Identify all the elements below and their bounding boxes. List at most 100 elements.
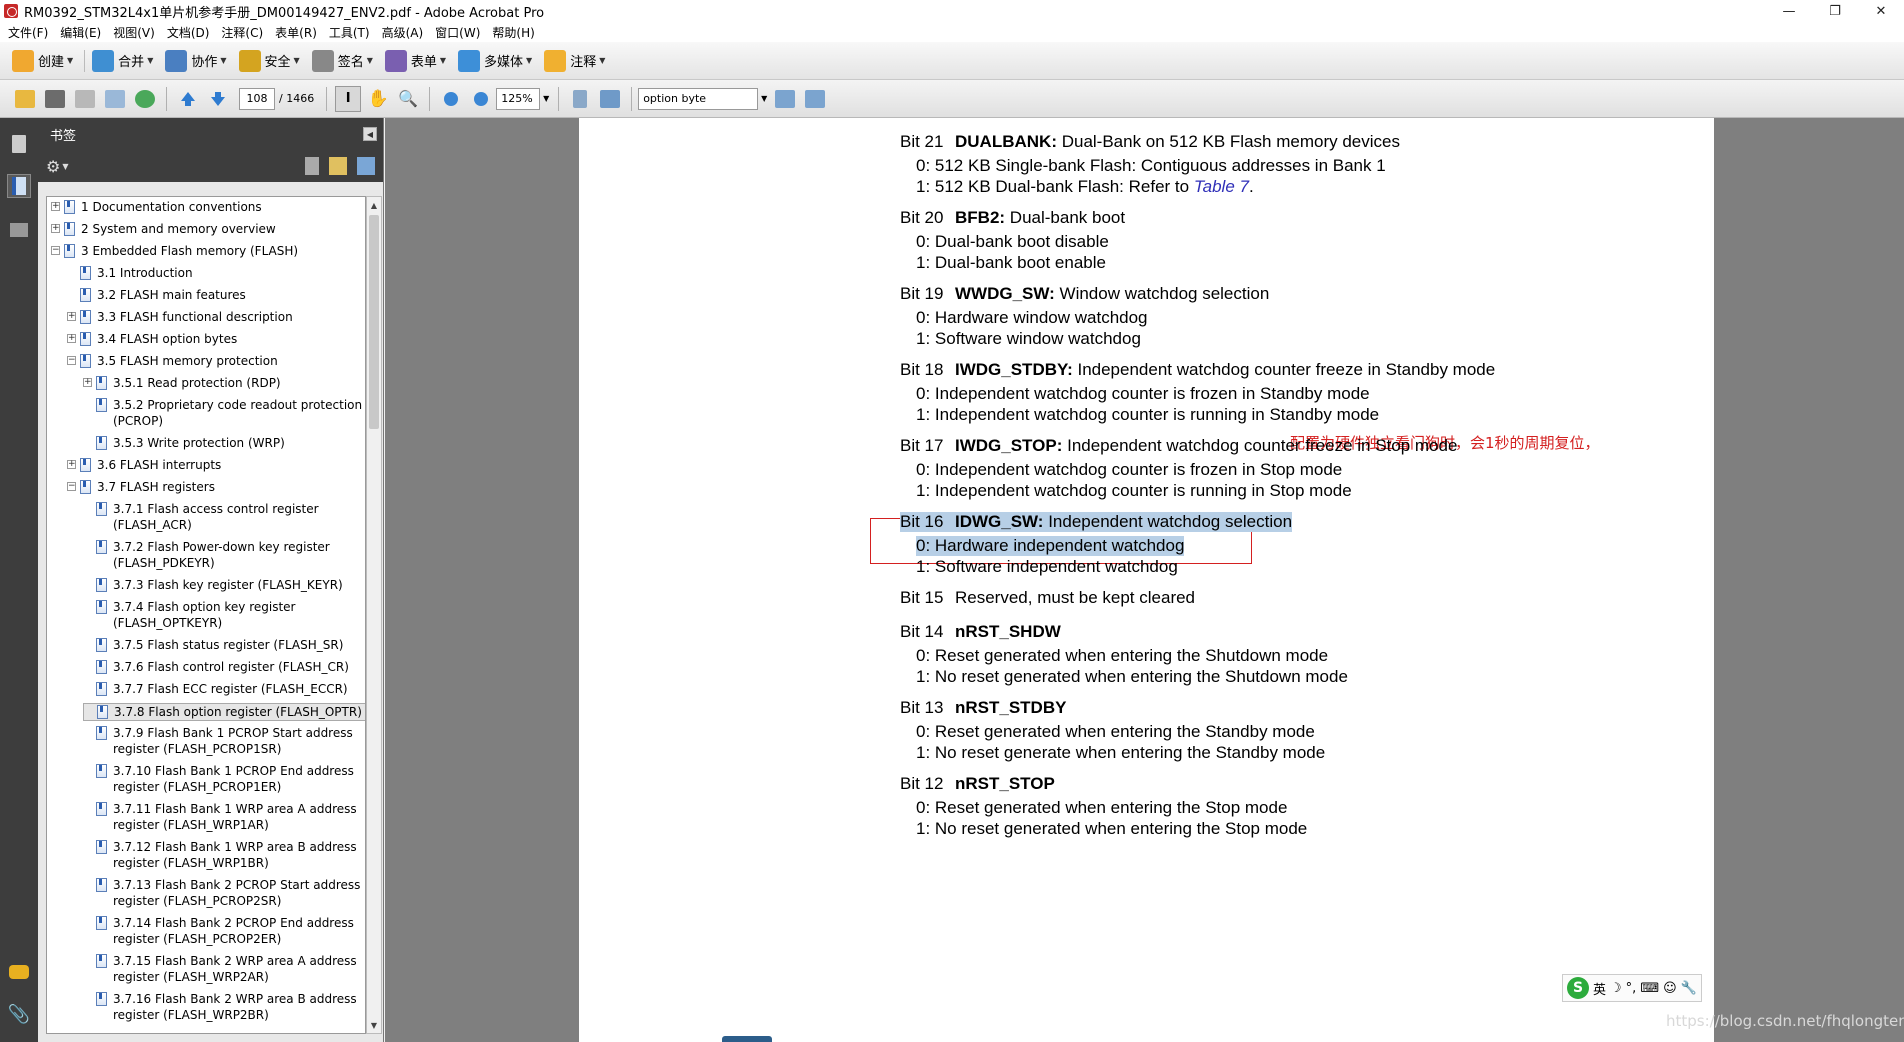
find-previous-button[interactable]	[772, 86, 798, 112]
chevron-down-icon[interactable]: ▼	[540, 88, 552, 110]
user-icon[interactable]: ☺	[1663, 981, 1677, 996]
delete-bookmark-button[interactable]	[305, 157, 319, 175]
bookmark-item[interactable]: 3.5.3 Write protection (WRP)	[83, 435, 365, 451]
email-button[interactable]	[102, 86, 128, 112]
minimize-button[interactable]: —	[1766, 0, 1812, 22]
attachments-panel-button[interactable]: 📎	[7, 1002, 31, 1026]
print-button[interactable]	[42, 86, 68, 112]
bookmark-item[interactable]: 3.7.13 Flash Bank 2 PCROP Start address …	[83, 877, 365, 909]
zoom-out-button[interactable]	[438, 86, 464, 112]
bookmarks-scrollbar[interactable]: ▲ ▼	[366, 196, 382, 1034]
menu-advanced[interactable]: 高级(A)	[378, 24, 432, 41]
save-button[interactable]	[72, 86, 98, 112]
pages-panel-button[interactable]	[7, 132, 31, 156]
signatures-panel-button[interactable]	[7, 218, 31, 242]
keyboard-icon[interactable]: ⌨	[1640, 981, 1659, 996]
moon-icon[interactable]: ☽	[1610, 981, 1622, 996]
find-input[interactable]: option byte	[638, 87, 759, 110]
menu-help[interactable]: 帮助(H)	[488, 24, 542, 41]
bookmark-item[interactable]: 3.7.7 Flash ECC register (FLASH_ECCR)	[83, 681, 365, 697]
table-link[interactable]: Table 7	[1194, 177, 1249, 196]
chevron-down-icon[interactable]: ▼	[758, 88, 770, 110]
collapse-icon[interactable]: −	[67, 482, 76, 491]
bookmark-item[interactable]: 3.7.4 Flash option key register (FLASH_O…	[83, 599, 365, 631]
bookmark-item[interactable]: − 3.7 FLASH registers	[67, 479, 365, 495]
bookmark-item[interactable]: 3.7.15 Flash Bank 2 WRP area A address r…	[83, 953, 365, 985]
expand-icon[interactable]: +	[67, 312, 76, 321]
bookmark-item[interactable]: 3.7.5 Flash status register (FLASH_SR)	[83, 637, 365, 653]
bookmarks-panel-button[interactable]	[7, 174, 31, 198]
create-button[interactable]: 创建 ▼	[8, 46, 81, 76]
bookmark-item[interactable]: +3.3 FLASH functional description	[67, 309, 365, 325]
zoom-tool-button[interactable]: 🔍	[395, 86, 421, 112]
bookmark-item[interactable]: 3.7.1 Flash access control register (FLA…	[83, 501, 365, 533]
select-tool-button[interactable]: I	[335, 85, 362, 112]
close-button[interactable]: ✕	[1858, 0, 1904, 22]
hand-tool-button[interactable]: ✋	[365, 86, 391, 112]
collapse-icon[interactable]: −	[67, 356, 76, 365]
bookmark-item[interactable]: 3.7.11 Flash Bank 1 WRP area A address r…	[83, 801, 365, 833]
bookmark-item[interactable]: − 3.5 FLASH memory protection	[67, 353, 365, 369]
bookmark-item[interactable]: 3.7.14 Flash Bank 2 PCROP End address re…	[83, 915, 365, 947]
bookmark-item[interactable]: 3.2 FLASH main features	[67, 287, 365, 303]
bookmark-item[interactable]: +3.4 FLASH option bytes	[67, 331, 365, 347]
menu-view[interactable]: 视图(V)	[109, 24, 163, 41]
comments-panel-button[interactable]	[7, 960, 31, 984]
bookmark-item[interactable]: − 3 Embedded Flash memory (FLASH)	[51, 243, 365, 259]
bookmark-item[interactable]: +3.6 FLASH interrupts	[67, 457, 365, 473]
document-view[interactable]: 配置为硬件独立看门狗时，会1秒的周期复位， Bit 21 DUALBANK: Du…	[385, 118, 1904, 1042]
bookmark-item[interactable]: 3.7.10 Flash Bank 1 PCROP End address re…	[83, 763, 365, 795]
zoom-in-button[interactable]	[468, 86, 494, 112]
forms-button[interactable]: 表单 ▼	[381, 46, 454, 76]
bookmark-item[interactable]: 3.7.12 Flash Bank 1 WRP area B address r…	[83, 839, 365, 871]
expand-icon[interactable]: +	[51, 202, 60, 211]
menu-document[interactable]: 文档(D)	[163, 24, 218, 41]
ime-language[interactable]: 英	[1593, 979, 1606, 998]
bookmark-item[interactable]: 3.7.8 Flash option register (FLASH_OPTR)	[83, 703, 365, 721]
ime-toolbar[interactable]: S 英 ☽ °, ⌨ ☺ 🔧	[1562, 974, 1702, 1002]
new-bookmark-button[interactable]	[329, 157, 347, 175]
menu-tools[interactable]: 工具(T)	[325, 24, 378, 41]
bookmark-item[interactable]: 3.7.9 Flash Bank 1 PCROP Start address r…	[83, 725, 365, 757]
bookmark-item[interactable]: 3.7.3 Flash key register (FLASH_KEYR)	[83, 577, 365, 593]
bookmark-item[interactable]: 3.7.16 Flash Bank 2 WRP area B address r…	[83, 991, 365, 1023]
secure-button[interactable]: 安全 ▼	[235, 46, 308, 76]
zoom-level-select[interactable]: 125%	[496, 87, 541, 110]
expand-icon[interactable]: +	[67, 334, 76, 343]
wrench-icon[interactable]: 🔧	[1681, 981, 1697, 996]
bookmark-item[interactable]: 3.7.2 Flash Power-down key register (FLA…	[83, 539, 365, 571]
bookmark-item[interactable]: 3.1 Introduction	[67, 265, 365, 281]
menu-forms[interactable]: 表单(R)	[271, 24, 325, 41]
fit-width-button[interactable]	[597, 86, 623, 112]
collapse-icon[interactable]: −	[51, 246, 60, 255]
bookmark-item[interactable]: +2 System and memory overview	[51, 221, 365, 237]
scroll-up-icon[interactable]: ▲	[367, 197, 381, 213]
previous-page-button[interactable]	[175, 86, 201, 112]
expand-icon[interactable]: +	[67, 460, 76, 469]
open-button[interactable]	[12, 86, 38, 112]
fit-page-button[interactable]	[567, 86, 593, 112]
options-button[interactable]: ⚙ ▼	[46, 157, 69, 176]
bookmark-item[interactable]: +1 Documentation conventions	[51, 199, 365, 215]
collaborate-button[interactable]: 协作 ▼	[161, 46, 234, 76]
menu-edit[interactable]: 编辑(E)	[56, 24, 109, 41]
find-next-button[interactable]	[802, 86, 828, 112]
expand-bookmark-button[interactable]	[357, 157, 375, 175]
organizer-button[interactable]	[132, 86, 158, 112]
bookmark-item[interactable]: +3.5.1 Read protection (RDP)	[83, 375, 365, 391]
page-number-input[interactable]: 108	[239, 87, 275, 110]
expand-icon[interactable]: +	[51, 224, 60, 233]
expand-icon[interactable]: +	[83, 378, 92, 387]
menu-comments[interactable]: 注释(C)	[217, 24, 271, 41]
scrollbar-thumb[interactable]	[369, 215, 379, 429]
menu-window[interactable]: 窗口(W)	[431, 24, 488, 41]
menu-file[interactable]: 文件(F)	[4, 24, 56, 41]
restore-button[interactable]: ❐	[1812, 0, 1858, 22]
comment-button[interactable]: 注释 ▼	[540, 46, 613, 76]
bookmark-item[interactable]: 3.5.2 Proprietary code readout protectio…	[83, 397, 365, 429]
scroll-down-icon[interactable]: ▼	[367, 1017, 381, 1033]
punctuation-icon[interactable]: °,	[1626, 981, 1637, 996]
sign-button[interactable]: 签名 ▼	[308, 46, 381, 76]
collapse-panel-button[interactable]: ◀	[363, 127, 377, 141]
combine-button[interactable]: 合并 ▼	[88, 46, 161, 76]
